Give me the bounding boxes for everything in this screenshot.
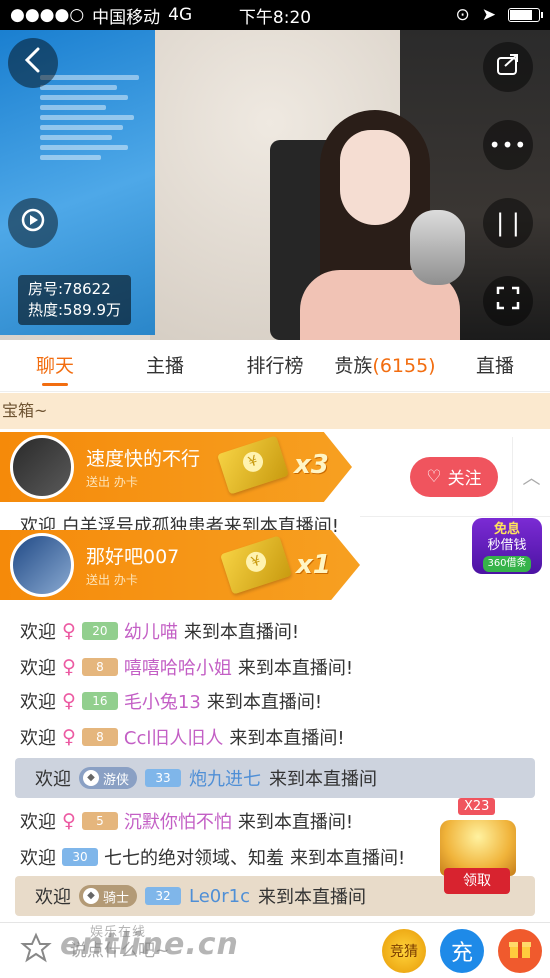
gift-multiplier: x3	[294, 450, 329, 480]
battery-icon	[508, 8, 543, 22]
chat-message: 欢迎 30 七七的绝对领域、知羞 来到本直播间!	[20, 844, 405, 870]
guess-button[interactable]: 竞猜	[382, 929, 426, 973]
loan-promo[interactable]: 免息 秒借钱 360借条	[472, 518, 542, 574]
gift-card-icon	[220, 535, 292, 595]
chat-username[interactable]: 沉默你怕不怕	[124, 808, 232, 834]
gift-notification: 那好吧007 送出 办卡 x1	[0, 530, 360, 600]
female-icon: ♀	[62, 690, 76, 712]
level-badge: 33	[145, 769, 182, 787]
tab-ranking[interactable]: 排行榜	[220, 340, 330, 392]
gift-card-icon	[217, 435, 289, 495]
back-button[interactable]	[8, 38, 58, 88]
chat-username[interactable]: 嘻嘻哈哈小姐	[124, 654, 232, 680]
chat-username[interactable]: 毛小兔13	[124, 688, 201, 714]
gift-button[interactable]	[498, 929, 542, 973]
female-icon: ♀	[62, 726, 76, 748]
female-icon: ♀	[62, 656, 76, 678]
gift-multiplier: x1	[296, 550, 331, 580]
more-button[interactable]: •••	[483, 120, 533, 170]
shield-icon: ◆	[83, 770, 99, 786]
share-button[interactable]	[483, 42, 533, 92]
level-badge: 20	[81, 622, 118, 640]
female-icon: ♀	[62, 810, 76, 832]
status-bar: ●●●●○ 中国移动 4G 下午8:20 ⊙ ➤	[0, 0, 550, 30]
level-badge: 8	[81, 658, 118, 676]
chat-message: 欢迎 ♀ 8 嘻嘻哈哈小姐 来到本直播间!	[20, 654, 354, 680]
chat-message: 欢迎 ♀ 20 幼儿喵 来到本直播间!	[20, 618, 300, 644]
gift-sender-name: 速度快的不行	[86, 448, 201, 470]
chevron-up-icon: ︿	[522, 468, 541, 489]
gift-notification: 速度快的不行 送出 办卡 x3	[0, 432, 352, 502]
charge-button[interactable]: 充	[440, 929, 484, 973]
watermark: 娱乐在线 entline.cn	[60, 925, 239, 962]
follow-panel: ♡ 关注 ︿	[360, 437, 550, 517]
chat-message: 欢迎 ♀ 16 毛小兔13 来到本直播间!	[20, 688, 323, 714]
shield-icon: ◆	[83, 888, 99, 904]
location-icon: ➤	[481, 5, 496, 25]
level-badge: 16	[81, 692, 118, 710]
vip-badge: ◆ 游侠	[79, 767, 138, 789]
fullscreen-icon	[496, 286, 520, 317]
female-icon: ♀	[62, 620, 76, 642]
microphone-figure	[410, 210, 465, 285]
gift-description: 送出 办卡	[86, 475, 138, 489]
orientation-lock-icon: ⊙	[455, 5, 470, 25]
bottom-bar: 说点什么吧~ 娱乐在线 entline.cn 竞猜 充	[0, 922, 550, 978]
chevron-left-icon	[22, 47, 44, 80]
pause-button[interactable]: | |	[483, 198, 533, 248]
signal-indicator: ●●●●○	[10, 5, 85, 25]
level-badge: 30	[62, 848, 98, 866]
chat-message: 欢迎 ♀ 5 沉默你怕不怕 来到本直播间!	[20, 808, 354, 834]
level-badge: 5	[81, 812, 118, 830]
tab-live[interactable]: 直播	[440, 340, 550, 392]
share-icon	[495, 52, 521, 83]
room-info: 房号:78622 热度:589.9万	[18, 275, 131, 325]
chat-username[interactable]: Le0r1c	[189, 886, 250, 907]
replay-icon	[20, 207, 46, 240]
more-icon: •••	[488, 133, 528, 157]
room-popularity: 热度:589.9万	[28, 301, 121, 319]
heart-icon: ♡	[426, 466, 442, 487]
gift-sender-name: 那好吧007	[86, 546, 180, 568]
tab-anchor[interactable]: 主播	[110, 340, 220, 392]
level-badge: 32	[145, 887, 182, 905]
chat-message: 欢迎 ♀ 8 Ccl旧人旧人 来到本直播间!	[20, 724, 345, 750]
vip-welcome-row: 欢迎 ◆ 游侠 33 炮九进七 来到本直播间	[15, 758, 535, 798]
network-type: 4G	[168, 5, 193, 25]
vip-badge: ◆ 骑士	[79, 885, 138, 907]
chat-username[interactable]: Ccl旧人旧人	[124, 724, 223, 750]
replay-button[interactable]	[8, 198, 58, 248]
clock: 下午8:20	[238, 7, 312, 28]
avatar[interactable]	[10, 533, 74, 597]
level-badge: 8	[81, 728, 118, 746]
gift-description: 送出 办卡	[86, 573, 138, 587]
room-number: 房号:78622	[28, 280, 111, 298]
tab-chat[interactable]: 聊天	[0, 340, 110, 392]
chat-username[interactable]: 七七的绝对领域、知羞	[104, 844, 284, 870]
avatar[interactable]	[10, 435, 74, 499]
claim-button[interactable]: 领取	[444, 868, 510, 894]
follow-button[interactable]: ♡ 关注	[410, 456, 498, 497]
star-box-icon	[20, 932, 52, 970]
chat-username[interactable]: 幼儿喵	[124, 618, 178, 644]
gift-icon	[507, 935, 533, 967]
chat-username[interactable]: 炮九进七	[189, 765, 261, 791]
treasure-chest[interactable]: X23 领取	[440, 798, 520, 898]
live-video-player[interactable]: ••• | | 房号:78622 热度:589.9万	[0, 30, 550, 340]
pause-icon: | |	[496, 209, 520, 237]
treasure-count: X23	[458, 798, 496, 815]
carrier-name: 中国移动	[92, 7, 161, 28]
notice-banner: 宝箱~	[0, 393, 550, 429]
tab-nobility[interactable]: 贵族(6155)	[330, 340, 440, 392]
tab-bar: 聊天 主播 排行榜 贵族(6155) 直播	[0, 340, 550, 392]
gift-box-button[interactable]	[14, 929, 58, 973]
fullscreen-button[interactable]	[483, 276, 533, 326]
collapse-button[interactable]: ︿	[512, 437, 550, 517]
